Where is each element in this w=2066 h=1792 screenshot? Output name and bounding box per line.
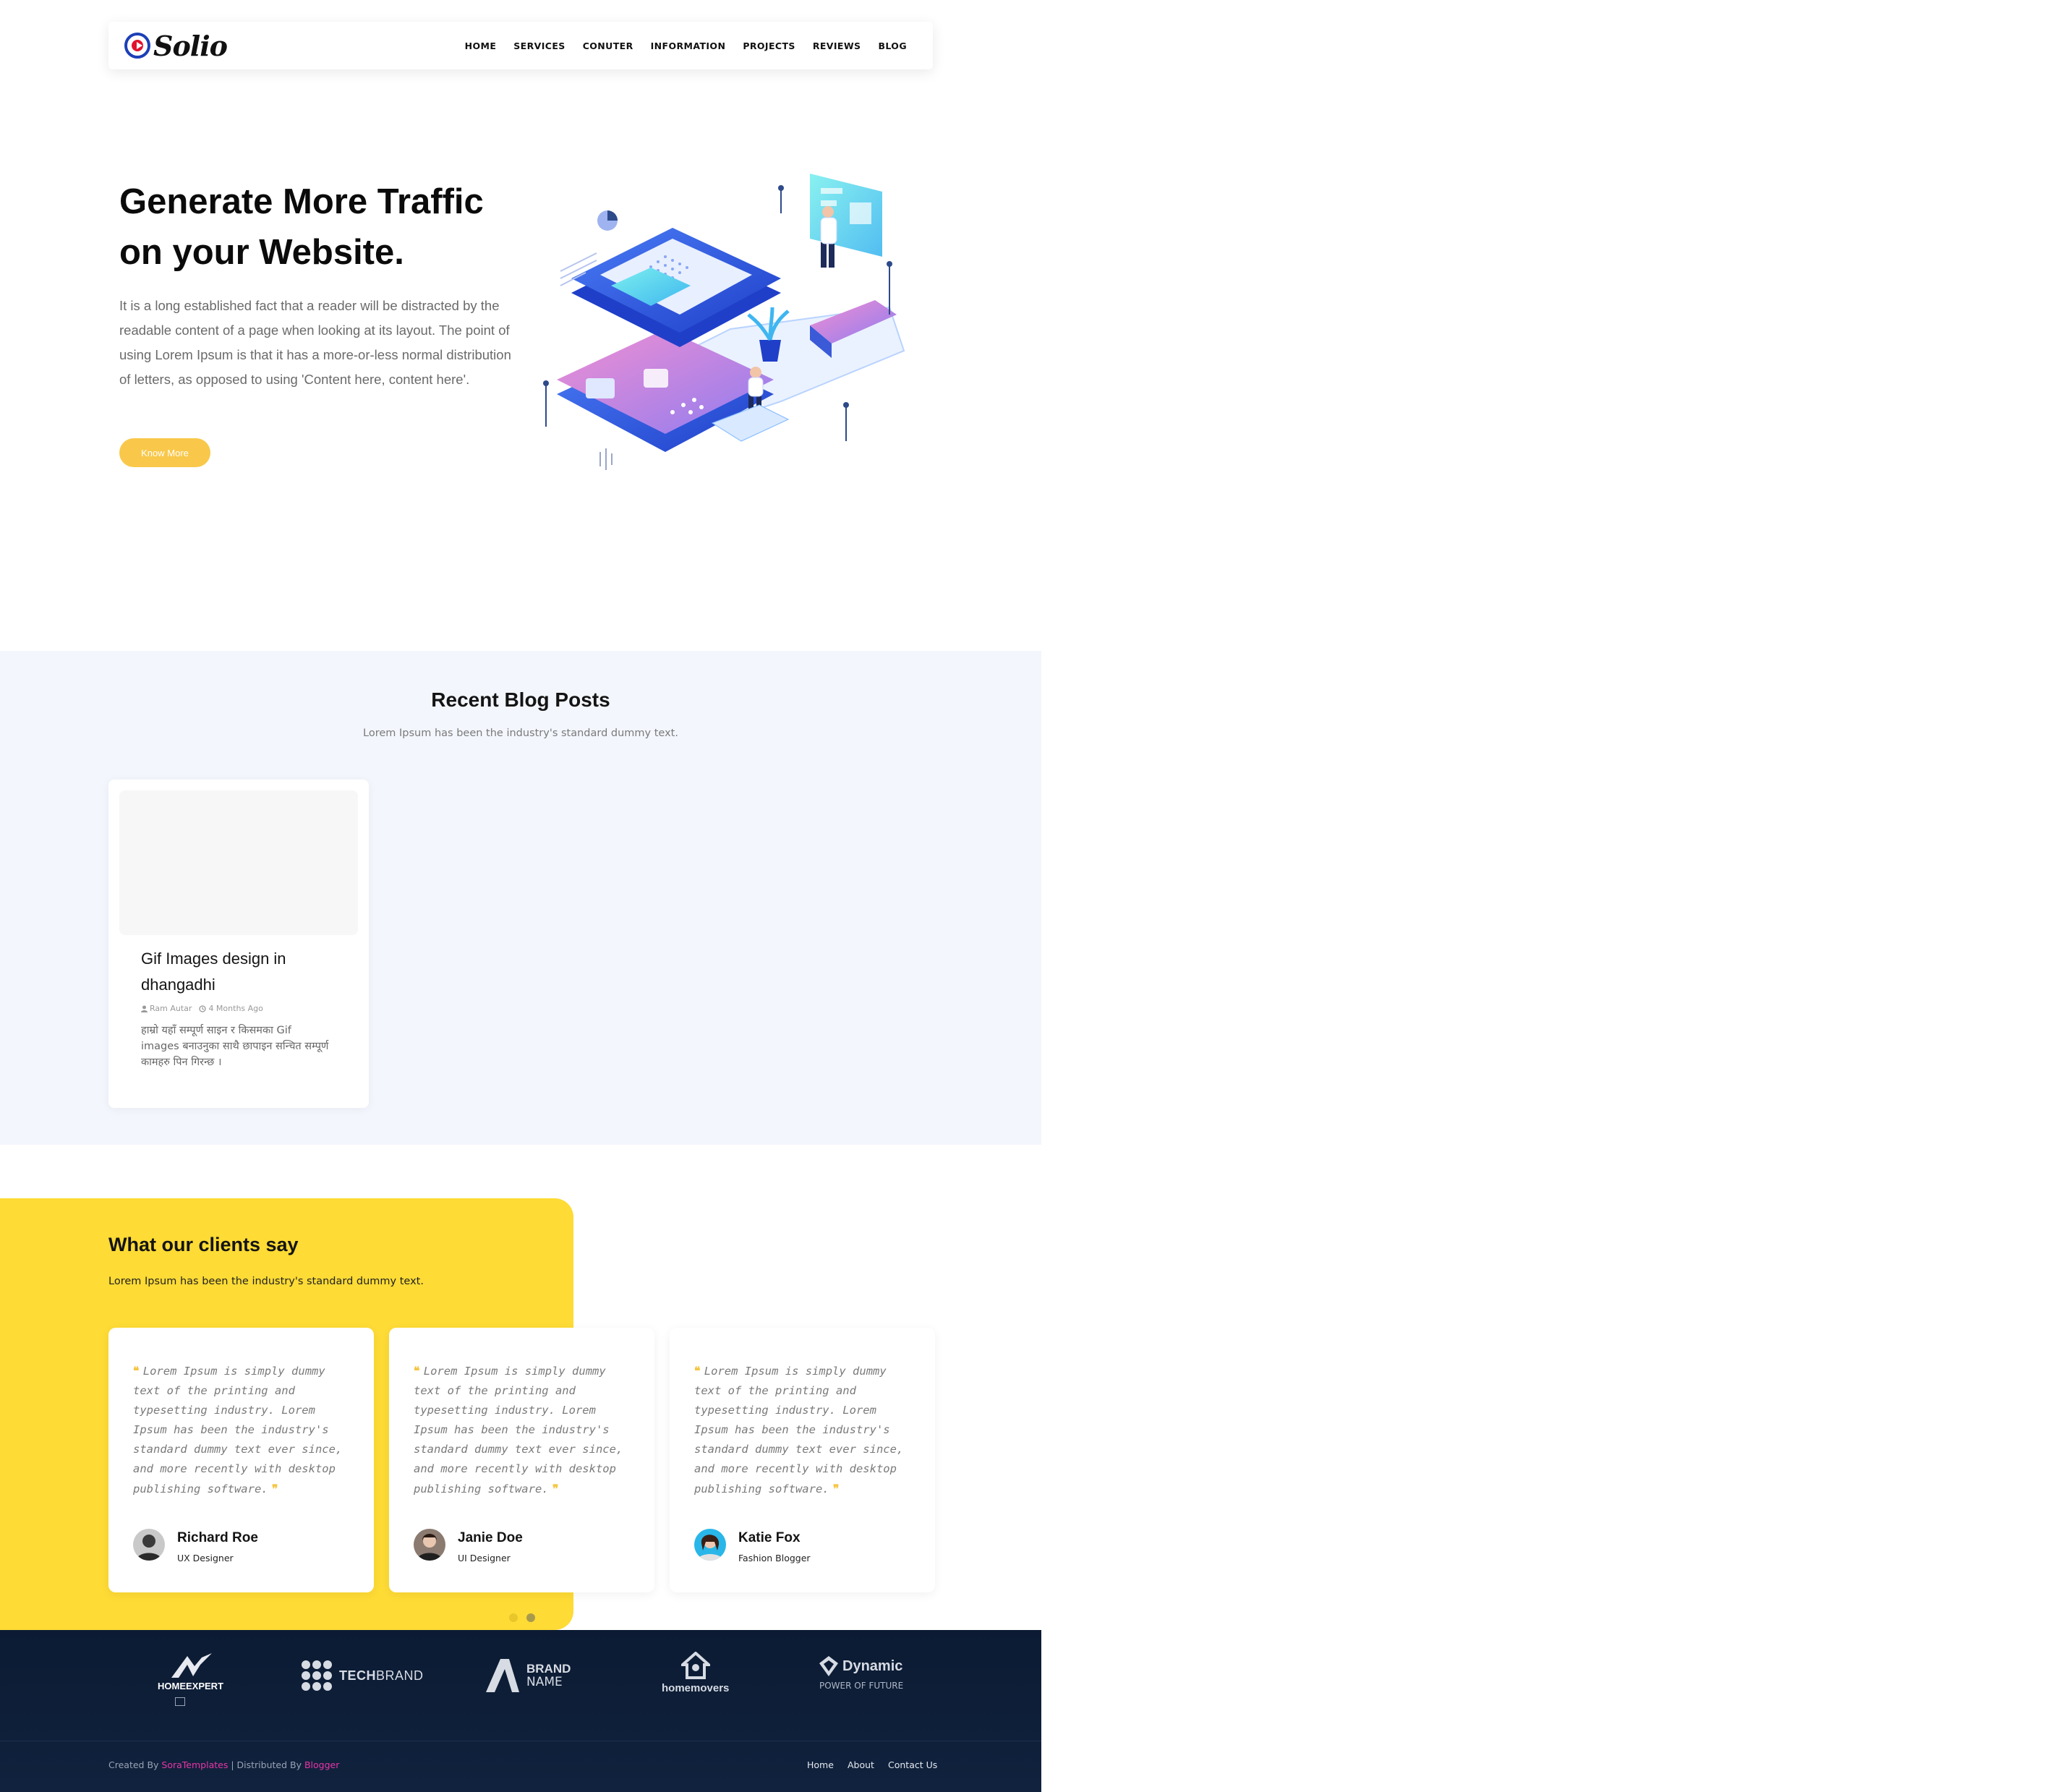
open-quote-icon: ❝: [694, 1364, 704, 1378]
testimonial-quote-text: Lorem Ipsum is simply dummy text of the …: [133, 1365, 343, 1496]
close-quote-icon: ❞: [268, 1482, 278, 1496]
blog-date-text: 4 Months Ago: [208, 1004, 263, 1013]
hero-title-line-1: Generate More Traffic: [119, 182, 484, 221]
nav-reviews[interactable]: REVIEWS: [813, 40, 861, 51]
close-quote-icon: ❞: [548, 1482, 559, 1496]
testimonial-quote-text: Lorem Ipsum is simply dummy text of the …: [694, 1365, 904, 1496]
testimonial-quote-text: Lorem Ipsum is simply dummy text of the …: [414, 1365, 623, 1496]
carousel-dot-active[interactable]: [526, 1613, 535, 1622]
main-menu: HOME SERVICES CONUTER INFORMATION PROJEC…: [465, 40, 907, 51]
blog-post-meta: Ram Autar 4 Months Ago: [141, 1004, 263, 1013]
dynamic-label-b: POWER OF FUTURE: [819, 1681, 904, 1691]
brand-logo-brandname[interactable]: BRAND NAME: [485, 1659, 571, 1692]
blog-section-subtitle: Lorem Ipsum has been the industry's stan…: [363, 728, 678, 739]
logo-text: Solio: [153, 29, 228, 62]
blog-author-name: Ram Autar: [150, 1004, 192, 1013]
credit-distributor-link[interactable]: Blogger: [304, 1759, 339, 1770]
top-navbar: Solio HOME SERVICES CONUTER INFORMATION …: [108, 22, 933, 69]
avatar: [694, 1529, 726, 1561]
carousel-dot[interactable]: [509, 1613, 518, 1622]
credit-created-by: Created By: [108, 1759, 159, 1770]
nav-services[interactable]: SERVICES: [513, 40, 565, 51]
blog-post-card[interactable]: Gif Images design in dhangadhi Ram Autar…: [108, 780, 369, 1108]
nav-projects[interactable]: PROJECTS: [743, 40, 795, 51]
know-more-button[interactable]: Know More: [119, 438, 210, 467]
techbrand-label-b: BRAND: [376, 1668, 424, 1683]
testimonials-title: What our clients say: [108, 1234, 299, 1255]
hero-title-line-2: on your Website.: [119, 233, 404, 272]
testimonial-quote: ❝ Lorem Ipsum is simply dummy text of th…: [133, 1361, 350, 1499]
broken-image-icon: [174, 1697, 185, 1706]
brand-logo-dynamic[interactable]: Dynamic POWER OF FUTURE: [819, 1656, 903, 1691]
blog-post-title[interactable]: Gif Images design in dhangadhi: [141, 946, 343, 998]
nav-blog[interactable]: BLOG: [878, 40, 907, 51]
avatar: [414, 1529, 445, 1561]
blog-date: 4 Months Ago: [199, 1004, 263, 1013]
footer-link-home[interactable]: Home: [807, 1759, 834, 1770]
testimonial-role: UI Designer: [458, 1553, 511, 1563]
credit-creator-link[interactable]: SoraTemplates: [161, 1759, 228, 1770]
credit-distributed-by: | Distributed By: [231, 1759, 302, 1770]
avatar: [133, 1529, 165, 1561]
blog-post-thumbnail[interactable]: [119, 790, 358, 935]
clock-icon: [199, 1004, 207, 1012]
testimonial-card: ❝ Lorem Ipsum is simply dummy text of th…: [389, 1328, 654, 1592]
homemovers-label: homemovers: [662, 1682, 730, 1694]
brand-logo-homemovers[interactable]: homemovers: [662, 1652, 729, 1694]
testimonial-name: Katie Fox: [738, 1530, 801, 1545]
logo-icon: [124, 33, 150, 59]
testimonial-role: UX Designer: [177, 1553, 234, 1563]
techbrand-label-a: TECH: [339, 1668, 376, 1683]
brandname-label-b: NAME: [526, 1675, 563, 1689]
blog-section-title: Recent Blog Posts: [431, 688, 610, 711]
open-quote-icon: ❝: [133, 1364, 143, 1378]
testimonial-name: Richard Roe: [177, 1530, 258, 1545]
blog-author[interactable]: Ram Autar: [141, 1004, 192, 1013]
user-icon: [141, 1005, 148, 1012]
techbrand-logo-icon: [302, 1660, 332, 1691]
testimonial-card: ❝ Lorem Ipsum is simply dummy text of th…: [670, 1328, 935, 1592]
blog-post-excerpt: हाम्रो यहाँ सम्पूर्ण साइन र किसमका Gif i…: [141, 1025, 329, 1068]
hero-title: Generate More Traffic on your Website.: [119, 176, 524, 278]
homemovers-logo-icon: [680, 1652, 710, 1679]
footer-credit: Created By SoraTemplates | Distributed B…: [108, 1759, 339, 1770]
brand-logo-homeexpert[interactable]: HOMEEXPERT: [158, 1652, 223, 1706]
testimonials-subtitle: Lorem Ipsum has been the industry's stan…: [108, 1276, 424, 1287]
isometric-server-illustration: [543, 174, 905, 470]
close-quote-icon: ❞: [829, 1482, 840, 1496]
testimonial-quote: ❝ Lorem Ipsum is simply dummy text of th…: [694, 1361, 911, 1499]
testimonial-quote: ❝ Lorem Ipsum is simply dummy text of th…: [414, 1361, 631, 1499]
brandname-label-a: BRAND: [526, 1662, 571, 1676]
open-quote-icon: ❝: [414, 1364, 424, 1378]
nav-information[interactable]: INFORMATION: [651, 40, 726, 51]
nav-counter[interactable]: CONUTER: [583, 40, 633, 51]
carousel-dots: [509, 1613, 535, 1622]
testimonial-card: ❝ Lorem Ipsum is simply dummy text of th…: [108, 1328, 374, 1592]
testimonial-name: Janie Doe: [458, 1530, 523, 1545]
footer-link-about[interactable]: About: [848, 1759, 874, 1770]
page-root: Solio HOME SERVICES CONUTER INFORMATION …: [0, 0, 1041, 1792]
hero-description: It is a long established fact that a rea…: [119, 298, 511, 387]
footer-link-contact[interactable]: Contact Us: [888, 1759, 937, 1770]
brandname-logo-icon: [486, 1659, 519, 1692]
recent-blog-section: Recent Blog Posts Lorem Ipsum has been t…: [0, 651, 1041, 1145]
dynamic-label-a: Dynamic: [842, 1657, 903, 1674]
homeexpert-label: HOMEEXPERT: [158, 1681, 224, 1691]
dynamic-logo-icon: [819, 1656, 838, 1676]
brand-logo-techbrand[interactable]: TECHBRAND: [300, 1659, 424, 1692]
testimonial-role: Fashion Blogger: [738, 1553, 811, 1563]
site-logo[interactable]: Solio: [124, 29, 228, 62]
homeexpert-logo-icon: [171, 1653, 212, 1678]
nav-home[interactable]: HOME: [465, 40, 497, 51]
